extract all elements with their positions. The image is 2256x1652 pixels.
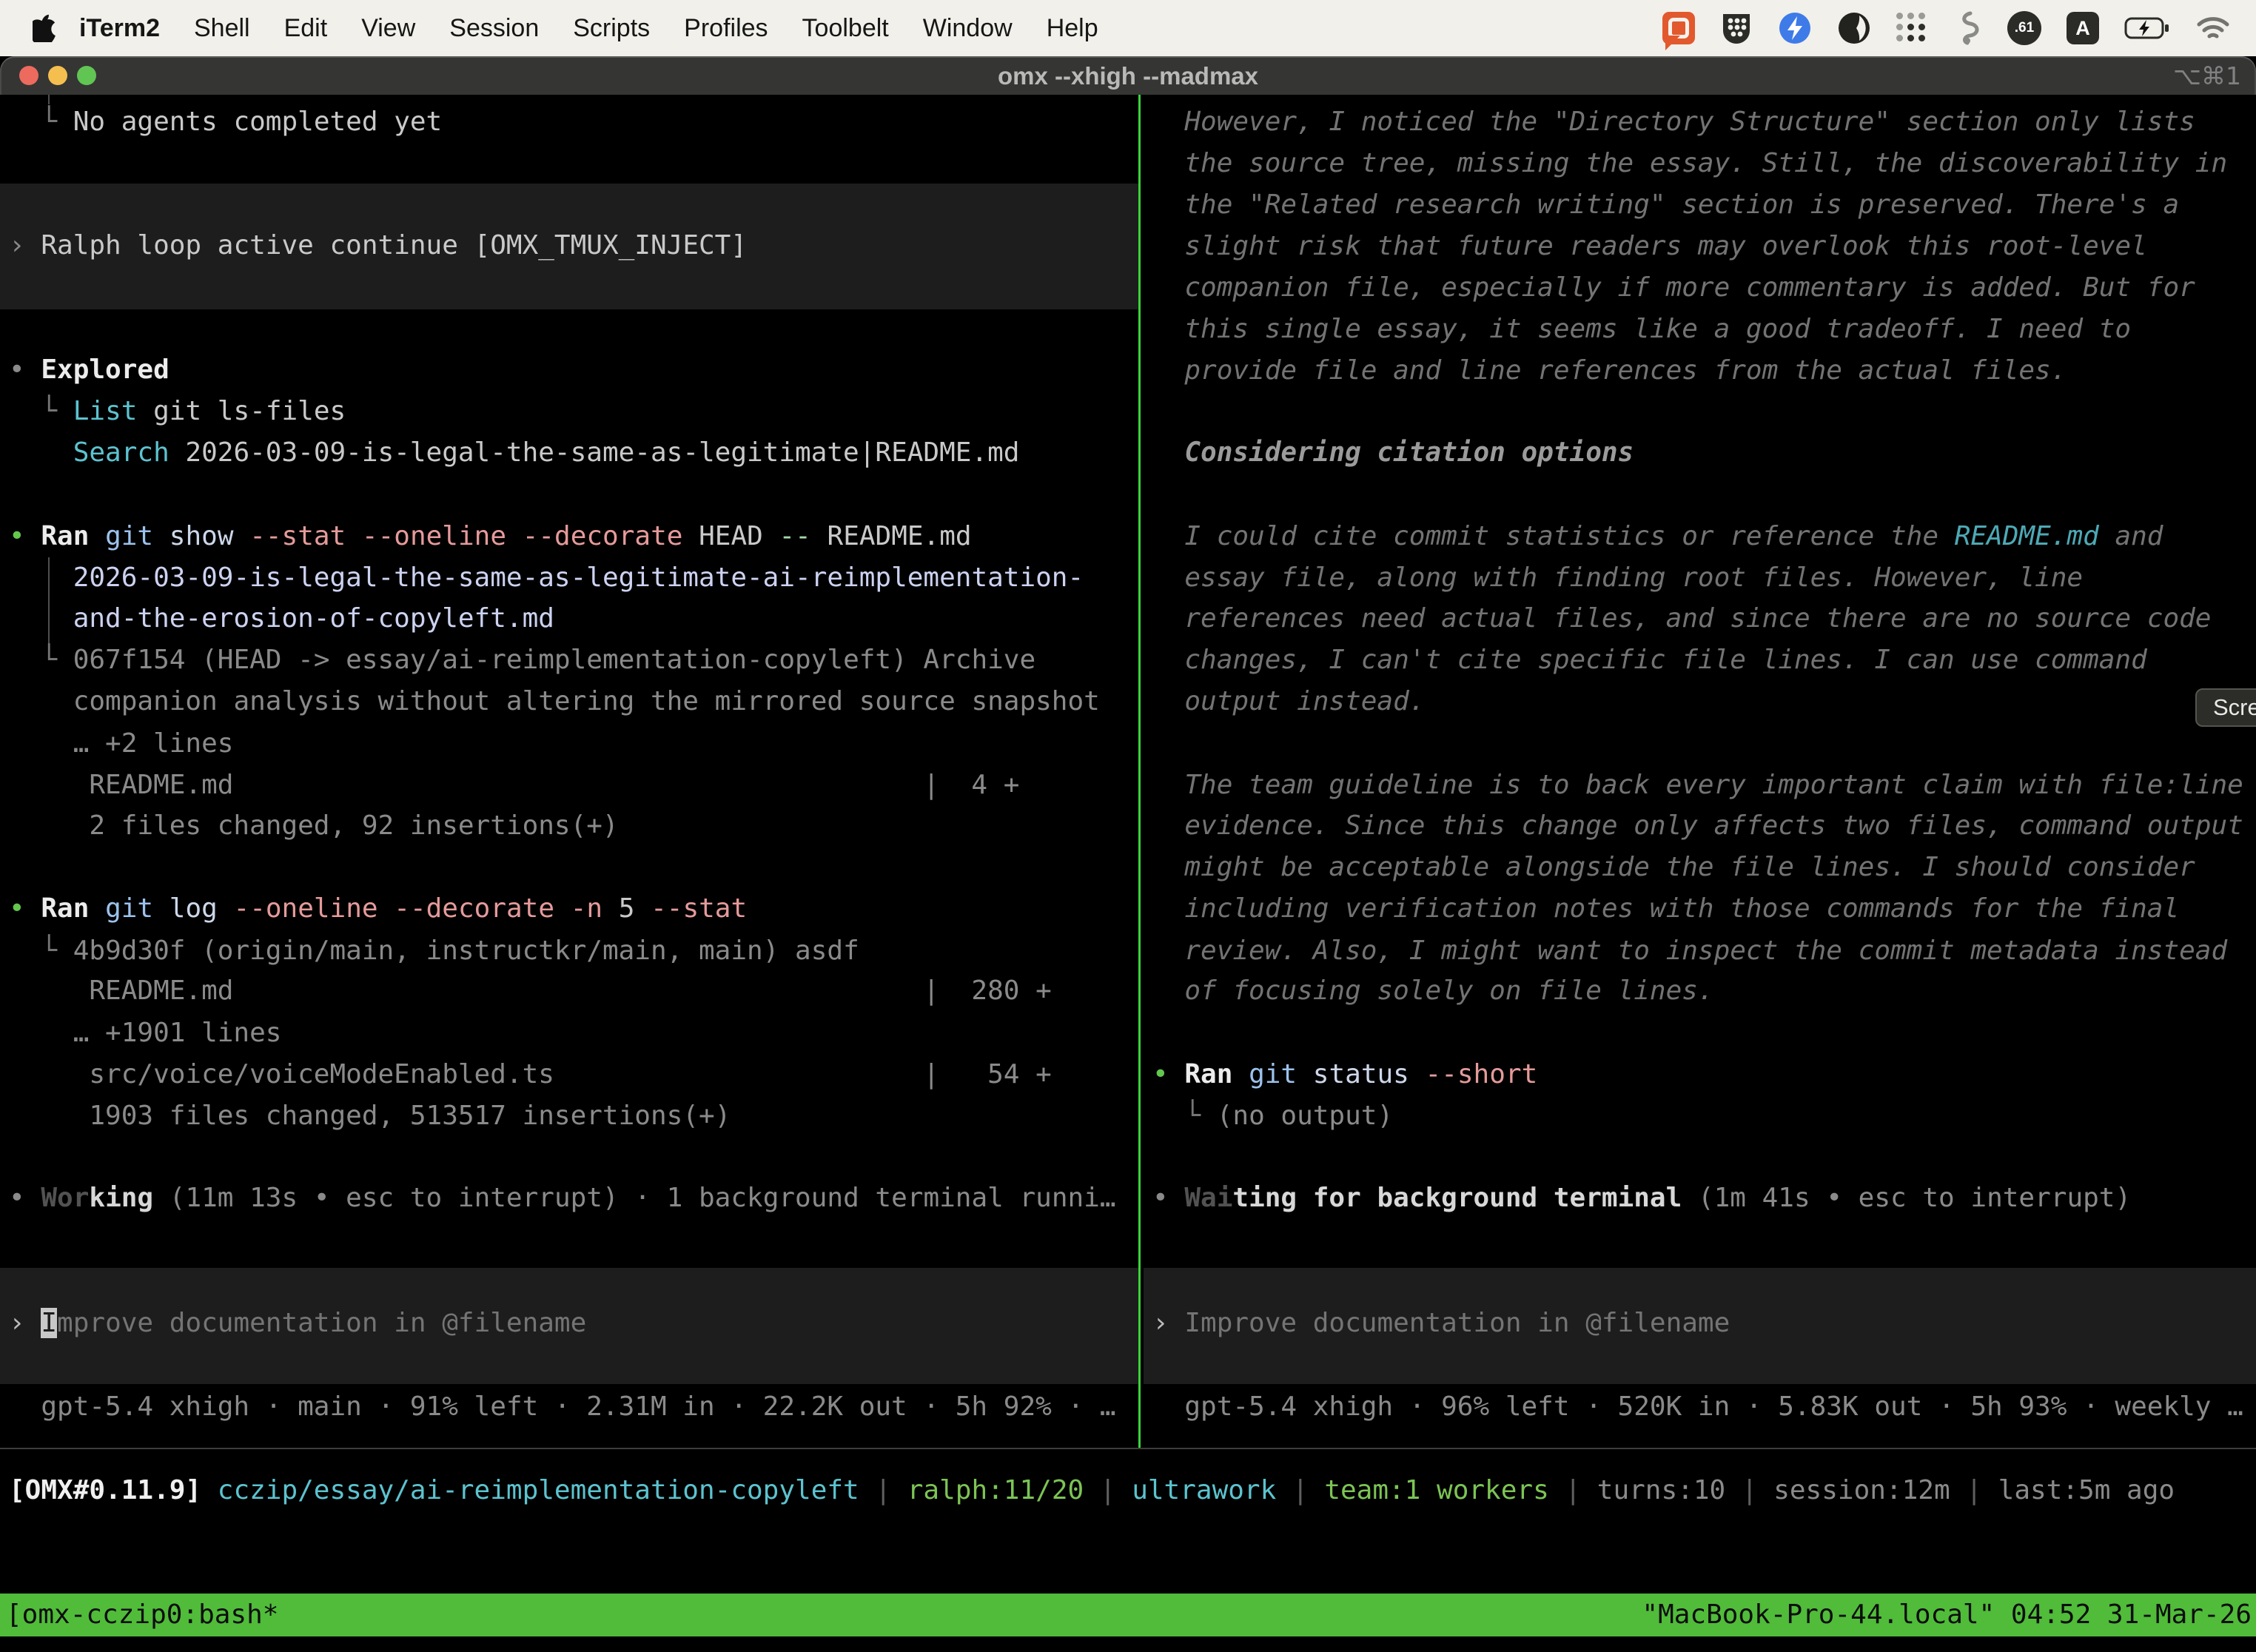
dots-grid-icon[interactable] [1896,13,1927,44]
chat-icon[interactable] [1662,12,1695,44]
menu-window[interactable]: Window [906,14,1030,43]
iterm2-window: omx --xhigh --madmax ⌥⌘1 └ No agents com… [0,56,2256,1652]
input-source-icon[interactable]: A [2067,12,2099,44]
window-title: omx --xhigh --madmax [0,56,2256,95]
menu-help[interactable]: Help [1030,14,1115,43]
bolt-badge-icon[interactable] [1778,11,1812,45]
terminal-area: └ No agents completed yet› Ralph loop ac… [0,95,2256,1652]
omx-status-bar: [OMX#0.11.9] cczip/essay/ai-reimplementa… [0,95,2256,1652]
squiggle-icon[interactable] [1953,10,1982,46]
menu-view[interactable]: View [344,14,432,43]
screen-overlay-button[interactable]: Scre [2195,688,2256,727]
gauge-badge-icon[interactable]: .61 [2007,11,2041,45]
menu-items: iTerm2ShellEditViewSessionScriptsProfile… [62,14,1115,43]
screen-overlay-label: Scre [2213,694,2256,721]
menu-scripts[interactable]: Scripts [556,14,667,43]
menu-profiles[interactable]: Profiles [667,14,785,43]
apple-menu-icon[interactable] [33,14,56,42]
menu-edit[interactable]: Edit [267,14,345,43]
wifi-icon[interactable] [2195,15,2231,41]
omx-status-bar-line: [OMX#0.11.9] cczip/essay/ai-reimplementa… [9,1470,2175,1511]
menu-shell[interactable]: Shell [177,14,267,43]
menu-iterm2[interactable]: iTerm2 [62,14,177,43]
menu-status-icons: .61 A [1662,10,2256,46]
tmux-host-clock-label: "MacBook-Pro-44.local" 04:52 31-Mar-26 [1642,1594,2256,1636]
window-title-bar: omx --xhigh --madmax ⌥⌘1 [0,56,2256,95]
menu-session[interactable]: Session [432,14,556,43]
tmux-status-bar: [omx-cczip0:bash* "MacBook-Pro-44.local"… [0,1594,2256,1636]
shield-grid-icon[interactable] [1720,11,1753,45]
menu-toolbelt[interactable]: Toolbelt [785,14,906,43]
battery-icon[interactable] [2124,16,2170,40]
pie-circle-icon[interactable] [1837,11,1871,45]
window-shortcut-badge: ⌥⌘1 [2173,56,2241,95]
menu-bar: iTerm2ShellEditViewSessionScriptsProfile… [0,0,2256,56]
tmux-session-label: [omx-cczip0:bash* [0,1594,278,1636]
